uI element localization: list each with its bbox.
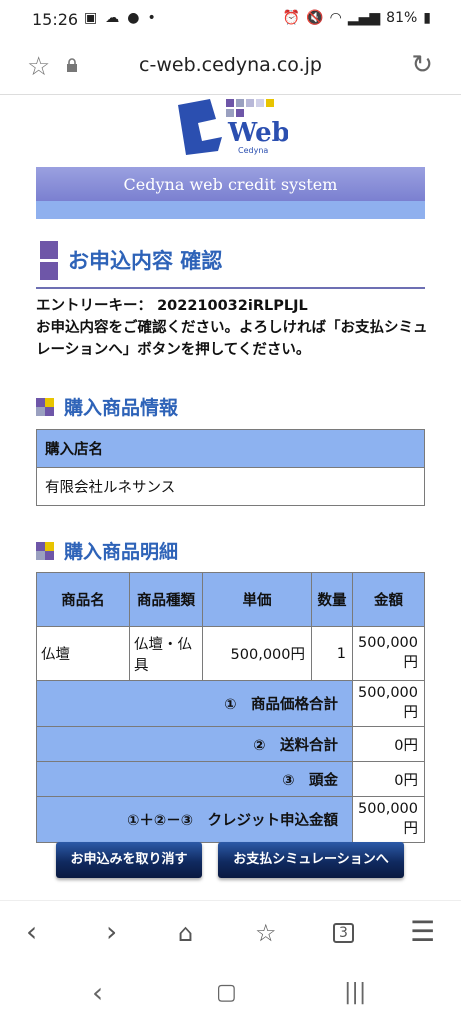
ball-icon: ●: [127, 10, 140, 26]
items-table: 商品名 商品種類 単価 数量 金額 仏壇 仏壇・仏具 500,000円 1 50…: [36, 572, 425, 843]
entry-info: エントリーキー： 202210032iRLPLJL お申込内容をご確認ください。…: [36, 295, 436, 361]
shop-table: 購入店名 有限会社ルネサンス: [36, 429, 425, 506]
page-content: Web Cedyna Cedyna web credit system お申込内…: [0, 95, 461, 900]
section-bullet-icon: [36, 541, 54, 560]
items-header-row: 商品名 商品種類 単価 数量 金額: [36, 572, 425, 627]
instructions-text: お申込内容をご確認ください。よろしければ「お支払シミュレーションへ」ボタンを押し…: [36, 320, 428, 358]
summary-row: ③ 頭金 0円: [36, 761, 425, 797]
table-row: 仏壇 仏壇・仏具 500,000円 1 500,000円: [36, 626, 425, 681]
summary-label: ② 送料合計: [36, 726, 353, 762]
items-heading-text: 購入商品明細: [64, 541, 179, 563]
summary-label: ① 商品価格合計: [36, 680, 353, 727]
bookmarks-icon[interactable]: ☆: [255, 919, 277, 947]
summary-label: ③ 頭金: [36, 761, 353, 797]
battery-percent: 81%: [386, 10, 418, 26]
more-dot-icon: •: [147, 10, 156, 26]
cedyna-web-logo: Web Cedyna: [168, 95, 290, 157]
col-header: 商品種類: [129, 572, 203, 627]
shop-header: 購入店名: [36, 429, 425, 468]
summary-value: 500,000円: [352, 796, 425, 843]
notification-icons: ▣ ☁ ● •: [84, 10, 156, 26]
banner-stripe: [36, 201, 425, 219]
entry-key-value: 202210032iRLPLJL: [157, 298, 308, 314]
title-square-icon: [40, 262, 58, 280]
entry-key-label: エントリーキー：: [36, 298, 152, 314]
forward-icon[interactable]: ›: [106, 915, 117, 948]
back-icon[interactable]: ‹: [26, 915, 37, 948]
battery-icon: ▮: [423, 10, 431, 26]
cloud-icon: ☁: [105, 10, 120, 26]
system-icons: ⏰ 🔇 ◠ ▂▄▆ 81% ▮: [283, 10, 431, 26]
title-square-icon: [40, 241, 58, 259]
tabs-icon[interactable]: 3: [333, 923, 354, 943]
col-header: 金額: [352, 572, 425, 627]
system-recents-icon[interactable]: |||: [344, 980, 366, 1005]
col-header: 数量: [311, 572, 353, 627]
logo-subtext: Cedyna: [238, 146, 268, 155]
browser-url-bar: ☆ c-web.cedyna.co.jp ↻: [0, 40, 461, 95]
item-unit-price: 500,000円: [202, 626, 312, 681]
cancel-application-button[interactable]: お申込みを取り消す: [56, 842, 202, 878]
summary-value: 0円: [352, 726, 425, 762]
page-title-block: お申込内容 確認: [36, 237, 425, 289]
reload-icon[interactable]: ↻: [411, 50, 433, 80]
browser-bottom-bar: ‹ › ⌂ ☆ 3 ☰: [0, 900, 461, 967]
summary-row: ① 商品価格合計 500,000円: [36, 680, 425, 727]
col-header: 商品名: [36, 572, 130, 627]
summary-row: ② 送料合計 0円: [36, 726, 425, 762]
logo-text: Web: [227, 118, 288, 148]
system-home-icon[interactable]: ▢: [216, 980, 237, 1005]
section-bullet-icon: [36, 397, 54, 416]
system-nav-bar: ‹ ▢ |||: [0, 966, 461, 1024]
menu-icon[interactable]: ☰: [410, 915, 435, 948]
item-type: 仏壇・仏具: [129, 626, 203, 681]
banner-text: Cedyna web credit system: [123, 175, 338, 194]
item-amount: 500,000円: [352, 626, 425, 681]
page-title: お申込内容 確認: [68, 249, 223, 273]
payment-simulation-button[interactable]: お支払シミュレーションへ: [218, 842, 404, 878]
shop-heading-text: 購入商品情報: [64, 397, 179, 419]
shop-name: 有限会社ルネサンス: [36, 467, 425, 506]
signal-icon: ▂▄▆: [347, 10, 381, 26]
alarm-icon: ⏰: [282, 10, 301, 26]
summary-label: ①＋②－③ クレジット申込金額: [36, 796, 353, 843]
summary-value: 500,000円: [352, 680, 425, 727]
wifi-icon: ◠: [329, 10, 342, 26]
status-time: 15:26: [32, 10, 79, 29]
mute-icon: 🔇: [306, 10, 324, 26]
col-header: 単価: [202, 572, 312, 627]
system-back-icon[interactable]: ‹: [92, 976, 103, 1009]
gallery-icon: ▣: [84, 10, 98, 26]
item-name: 仏壇: [36, 626, 130, 681]
status-bar: 15:26 ▣ ☁ ● • ⏰ 🔇 ◠ ▂▄▆ 81% ▮: [0, 0, 461, 40]
shop-section-heading: 購入商品情報: [36, 393, 178, 420]
summary-row: ①＋②－③ クレジット申込金額 500,000円: [36, 796, 425, 843]
url-text[interactable]: c-web.cedyna.co.jp: [0, 54, 461, 76]
summary-value: 0円: [352, 761, 425, 797]
item-qty: 1: [311, 626, 353, 681]
home-icon[interactable]: ⌂: [178, 919, 193, 947]
items-section-heading: 購入商品明細: [36, 537, 178, 564]
